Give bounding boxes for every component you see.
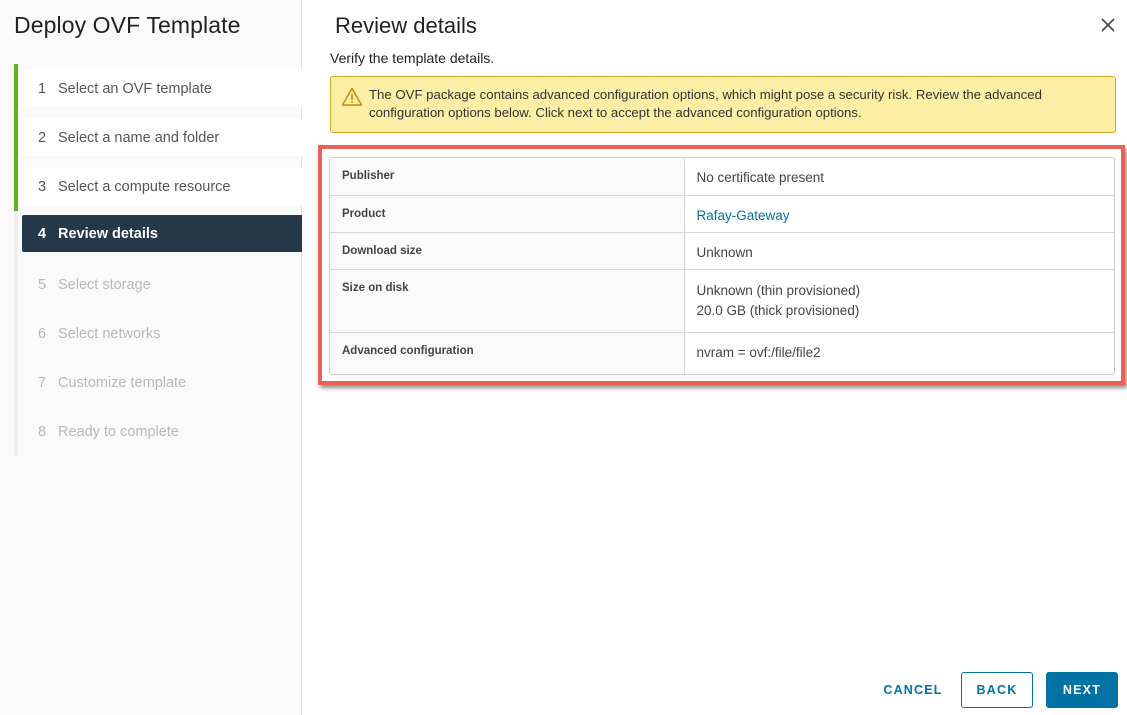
- wizard-step-5: 5 Select storage: [14, 260, 302, 309]
- table-row: Download size Unknown: [330, 232, 1114, 270]
- row-value: Unknown: [684, 232, 1114, 270]
- wizard-step-6: 6 Select networks: [14, 309, 302, 358]
- row-value: nvram = ovf:/file/file2: [696, 344, 821, 360]
- step-number: 2: [38, 129, 47, 146]
- table-row: Publisher No certificate present: [330, 158, 1114, 196]
- step-number: 8: [38, 423, 47, 440]
- page-title: Review details: [335, 13, 477, 38]
- main-panel: Review details Verify the template detai…: [302, 0, 1127, 715]
- details-highlight: Publisher No certificate present Product…: [318, 145, 1125, 385]
- cancel-button[interactable]: CANCEL: [872, 672, 954, 708]
- step-number: 1: [38, 80, 47, 97]
- row-key: Advanced configuration: [330, 332, 685, 374]
- wizard-step-8: 8 Ready to complete: [14, 407, 302, 456]
- table-row: Advanced configuration nvram = ovf:/file…: [330, 332, 1114, 374]
- wizard-steps: 1 Select an OVF template 2 Select a name a…: [14, 64, 302, 456]
- step-number: 3: [38, 178, 47, 195]
- step-progress-bar: [14, 260, 18, 309]
- row-key: Publisher: [330, 158, 685, 196]
- row-value: Unknown (thin provisioned) 20.0 GB (thic…: [684, 269, 1114, 333]
- alert-text: The OVF package contains advanced config…: [369, 87, 1042, 120]
- row-key: Size on disk: [330, 269, 685, 333]
- wizard-step-4[interactable]: 4 Review details: [14, 211, 302, 260]
- step-progress-bar: [14, 407, 18, 456]
- step-number: 6: [38, 325, 47, 342]
- close-button[interactable]: [1097, 14, 1119, 36]
- wizard-step-3[interactable]: 3 Select a compute resource: [14, 162, 302, 211]
- product-link[interactable]: Rafay-Gateway: [697, 208, 790, 223]
- page-subtitle: Verify the template details.: [330, 50, 495, 66]
- step-number: 7: [38, 374, 47, 391]
- close-icon: [1101, 18, 1115, 32]
- table-row: Size on disk Unknown (thin provisioned) …: [330, 269, 1114, 333]
- step-progress-bar: [14, 358, 18, 407]
- row-value: No certificate present: [684, 158, 1114, 196]
- step-label: Customize template: [58, 374, 187, 391]
- step-label: Ready to complete: [58, 423, 179, 440]
- step-label: Select a compute resource: [58, 178, 231, 195]
- row-key: Product: [330, 195, 685, 233]
- row-value: Rafay-Gateway: [684, 195, 1114, 233]
- size-thin: Unknown (thin provisioned): [696, 282, 861, 298]
- details-table: Publisher No certificate present Product…: [329, 157, 1115, 375]
- wizard-step-7: 7 Customize template: [14, 358, 302, 407]
- step-progress-bar: [14, 64, 18, 113]
- back-button[interactable]: BACK: [961, 672, 1033, 708]
- size-thick: 20.0 GB (thick provisioned): [696, 302, 860, 318]
- table-row: Product Rafay-Gateway: [330, 195, 1114, 233]
- step-progress-bar: [14, 211, 18, 260]
- step-label: Select storage: [58, 276, 151, 293]
- wizard-step-1[interactable]: 1 Select an OVF template: [14, 64, 302, 113]
- wizard-sidebar: Deploy OVF Template 1 Select an OVF templ…: [0, 0, 302, 715]
- step-label: Select a name and folder: [58, 129, 220, 146]
- step-label: Review details: [58, 225, 158, 242]
- step-progress-bar: [14, 309, 18, 358]
- step-progress-bar: [14, 113, 18, 162]
- step-label: Select networks: [58, 325, 161, 342]
- step-number: 5: [38, 276, 47, 293]
- warning-icon: [341, 87, 363, 106]
- wizard-title: Deploy OVF Template: [14, 12, 241, 38]
- warning-alert: The OVF package contains advanced config…: [330, 76, 1116, 133]
- next-button[interactable]: NEXT: [1046, 672, 1118, 708]
- step-label: Select an OVF template: [58, 80, 212, 97]
- step-number: 4: [38, 225, 47, 242]
- wizard-step-2[interactable]: 2 Select a name and folder: [14, 113, 302, 162]
- row-key: Download size: [330, 232, 685, 270]
- step-progress-bar: [14, 162, 18, 211]
